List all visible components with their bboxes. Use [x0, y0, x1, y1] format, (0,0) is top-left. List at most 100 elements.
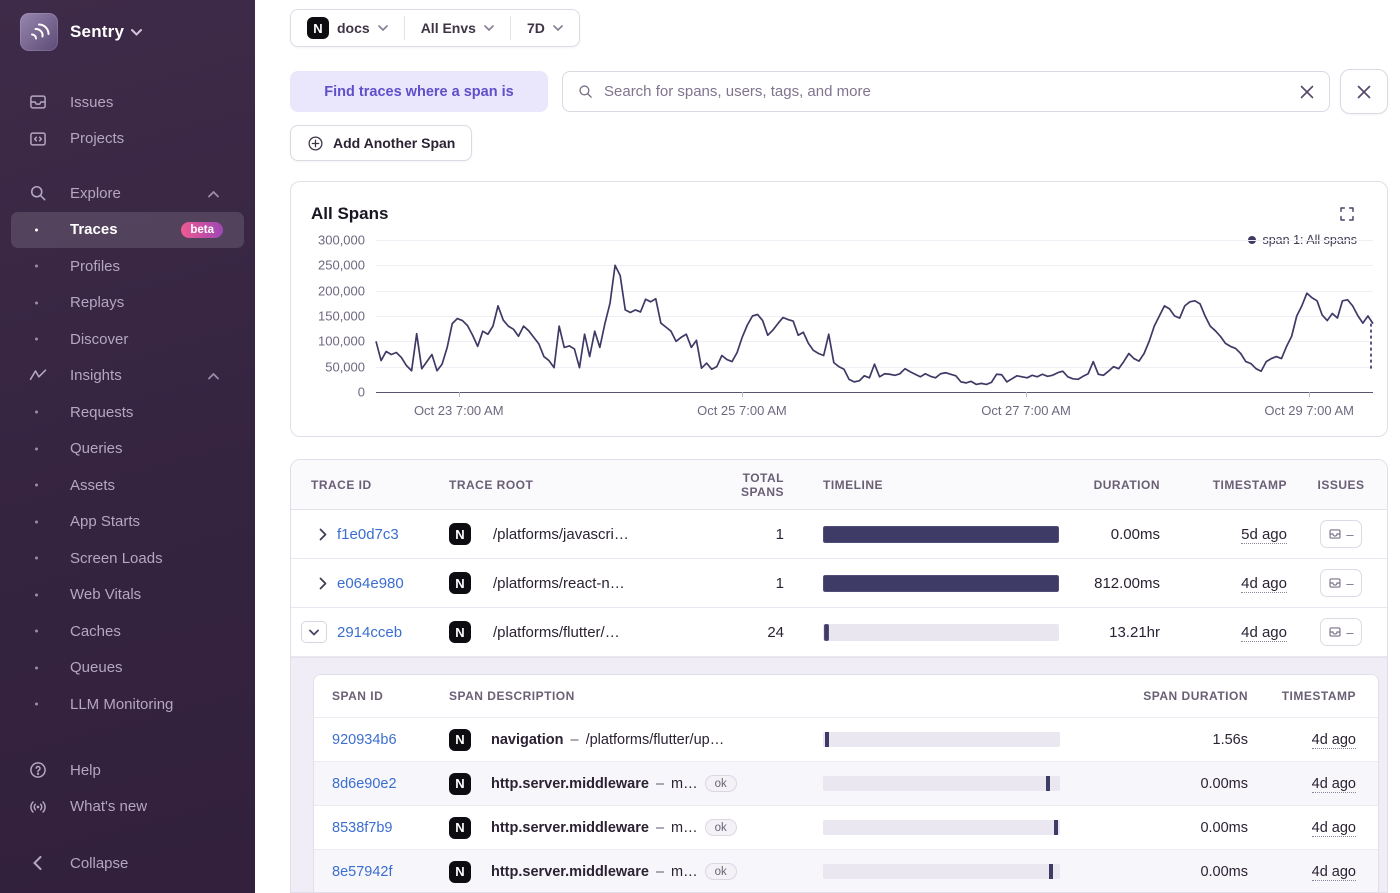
expanded-trace-panel: SPAN ID SPAN DESCRIPTION SPAN DURATION T… [291, 657, 1387, 892]
x-axis-tick: Oct 23 7:00 AM [413, 403, 504, 418]
x-axis-line [376, 392, 1373, 393]
bullet-dot [35, 337, 38, 341]
environment-filter[interactable]: All Envs [405, 20, 510, 36]
span-duration: 0.00ms [1200, 819, 1248, 836]
span-id-link[interactable]: 920934b6 [332, 732, 449, 748]
chevron-down-icon [131, 28, 143, 36]
trace-id-link[interactable]: e064e980 [337, 575, 449, 592]
sidebar-item-llm-monitoring[interactable]: LLM Monitoring [0, 686, 255, 723]
date-range-filter[interactable]: 7D [511, 20, 579, 36]
bullet-dot [35, 629, 38, 633]
sidebar-item-queries[interactable]: Queries [0, 431, 255, 468]
all-spans-line-chart [376, 240, 1373, 392]
span-op: navigation [491, 731, 564, 748]
span-timestamp[interactable]: 4d ago [1311, 863, 1356, 881]
org-name: Sentry [70, 22, 143, 42]
trace-timestamp[interactable]: 5d ago [1241, 525, 1287, 544]
sidebar-item-queues[interactable]: Queues [0, 650, 255, 687]
issues-count-button[interactable]: – [1320, 520, 1362, 548]
trace-timestamp[interactable]: 4d ago [1241, 623, 1287, 642]
sidebar-item-issues[interactable]: Issues [0, 84, 255, 121]
main-content: N docs All Envs 7D Find traces where a s… [255, 0, 1400, 893]
trace-row: e064e980 N /platforms/react-n… 1 812.00m… [291, 559, 1387, 608]
trace-duration: 0.00ms [1110, 525, 1160, 543]
nextjs-icon: N [449, 728, 471, 751]
sentry-app: Sentry Issues Projects Explore Traces be… [0, 0, 1400, 893]
sidebar-item-profiles[interactable]: Profiles [0, 248, 255, 285]
y-axis-tick: 50,000 [325, 359, 365, 375]
sidebar-item-replays[interactable]: Replays [0, 285, 255, 322]
span-search-input[interactable] [604, 83, 1289, 100]
sidebar-item-requests[interactable]: Requests [0, 394, 255, 431]
expand-chevron-right-icon[interactable] [291, 528, 337, 541]
span-row: 8e57942f N http.server.middleware – m… o… [314, 850, 1378, 892]
plus-circle-icon [308, 135, 323, 151]
sidebar-section-explore[interactable]: Explore [0, 175, 255, 212]
issues-count-button[interactable]: – [1320, 569, 1362, 597]
bullet-dot [35, 520, 38, 524]
sidebar-section-insights[interactable]: Insights [0, 358, 255, 395]
sidebar-item-screen-loads[interactable]: Screen Loads [0, 540, 255, 577]
chevron-up-icon [208, 367, 219, 384]
sidebar-item-app-starts[interactable]: App Starts [0, 504, 255, 541]
span-timestamp[interactable]: 4d ago [1311, 775, 1356, 793]
collapse-chevron-down-icon[interactable] [301, 621, 327, 643]
nextjs-icon: N [307, 17, 329, 39]
sidebar-item-assets[interactable]: Assets [0, 467, 255, 504]
sidebar-item-web-vitals[interactable]: Web Vitals [0, 577, 255, 614]
page-filter-bar: N docs All Envs 7D [290, 9, 580, 47]
close-icon [1357, 85, 1371, 98]
sidebar-item-discover[interactable]: Discover [0, 321, 255, 358]
bullet-dot [35, 301, 38, 305]
bullet-dot [35, 556, 38, 560]
total-spans: 1 [775, 525, 784, 543]
span-timeline [823, 732, 1060, 747]
collapse-button[interactable]: Collapse [0, 845, 255, 882]
span-table: SPAN ID SPAN DESCRIPTION SPAN DURATION T… [313, 674, 1379, 892]
trace-row-expanded: 2914cceb N /platforms/flutter/… 24 13.21… [291, 608, 1387, 657]
bullet-dot [35, 483, 38, 487]
nextjs-icon: N [449, 572, 471, 594]
bullet-dot [35, 702, 38, 706]
clear-search-icon[interactable] [1299, 84, 1315, 100]
sidebar-item-caches[interactable]: Caches [0, 613, 255, 650]
trace-id-link[interactable]: 2914cceb [337, 624, 449, 641]
sidebar-collapse: Collapse [0, 845, 255, 882]
span-timeline [823, 776, 1060, 791]
nextjs-icon: N [449, 523, 471, 545]
column-header: TIMELINE [823, 477, 883, 492]
broadcast-icon [27, 796, 48, 817]
fullscreen-icon[interactable] [1339, 206, 1355, 227]
remove-span-row-button[interactable] [1340, 69, 1388, 114]
total-spans: 1 [775, 574, 784, 592]
span-status-badge: ok [704, 819, 737, 836]
bullet-dot [35, 666, 38, 670]
sidebar-item-projects[interactable]: Projects [0, 121, 255, 158]
x-axis-tick-mark [1309, 392, 1311, 397]
span-timeline [823, 820, 1060, 835]
sidebar-item-whats-new[interactable]: What's new [0, 789, 255, 826]
chevron-up-icon [208, 185, 219, 202]
span-duration: 0.00ms [1200, 775, 1248, 792]
span-id-link[interactable]: 8e57942f [332, 864, 449, 880]
timeline-bar [823, 574, 1059, 592]
sidebar-item-help[interactable]: Help [0, 752, 255, 789]
span-timestamp[interactable]: 4d ago [1311, 819, 1356, 837]
sidebar-item-traces[interactable]: Traces beta [11, 211, 244, 248]
x-axis-tick-mark [1026, 392, 1028, 397]
org-switcher[interactable]: Sentry [0, 0, 255, 51]
column-header: TRACE ID [311, 477, 372, 492]
issues-count-button[interactable]: – [1320, 618, 1362, 646]
add-another-span-button[interactable]: Add Another Span [290, 125, 473, 161]
span-id-link[interactable]: 8d6e90e2 [332, 776, 449, 792]
trace-row: f1e0d7c3 N /platforms/javascri… 1 0.00ms… [291, 510, 1387, 559]
trace-id-link[interactable]: f1e0d7c3 [337, 526, 449, 543]
trace-timestamp[interactable]: 4d ago [1241, 574, 1287, 593]
expand-chevron-right-icon[interactable] [291, 577, 337, 590]
span-timestamp[interactable]: 4d ago [1311, 731, 1356, 749]
project-filter[interactable]: N docs [291, 17, 404, 39]
chevron-down-icon [484, 25, 494, 31]
chevron-left-icon [27, 853, 48, 874]
span-id-link[interactable]: 8538f7b9 [332, 820, 449, 836]
x-axis-tick-mark [458, 392, 460, 397]
